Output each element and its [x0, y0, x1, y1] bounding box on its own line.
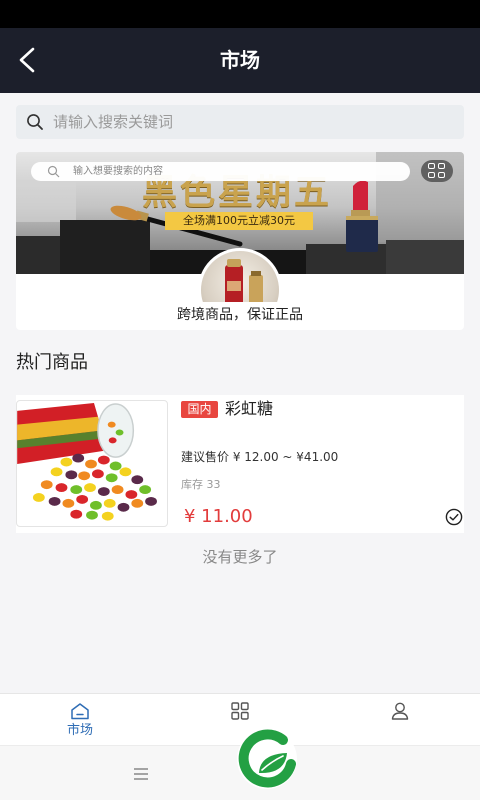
back-button[interactable]	[8, 40, 48, 80]
tab-market[interactable]: 市场	[0, 694, 160, 746]
candy	[90, 500, 102, 510]
banner-caption: 跨境商品，保证正品	[177, 307, 303, 323]
candy	[60, 457, 73, 467]
search-input[interactable]	[53, 105, 453, 139]
search-icon	[47, 165, 60, 178]
status-bar	[0, 0, 480, 28]
candy	[32, 493, 45, 502]
product-card[interactable]: 国内 彩虹糖 建议售价 ¥ 12.00 ~ ¥41.00 库存 33 ¥ 11.…	[16, 395, 464, 533]
banner-product-image	[198, 248, 282, 302]
candy	[84, 483, 96, 493]
search-icon	[27, 114, 43, 130]
product-price: ¥ 11.00	[184, 506, 253, 527]
candy	[85, 459, 97, 469]
chevron-left-icon	[19, 47, 35, 73]
section-title: 热门商品	[16, 352, 88, 373]
candy	[109, 461, 122, 471]
candy	[55, 483, 68, 493]
candy	[70, 485, 83, 495]
candy	[145, 496, 157, 506]
list-end-text: 没有更多了	[202, 548, 278, 566]
search-bar[interactable]	[16, 105, 464, 139]
candy	[70, 509, 83, 519]
menu-icon[interactable]	[133, 768, 149, 780]
candy	[131, 498, 144, 508]
candy	[62, 498, 75, 508]
green-leaf-logo	[237, 729, 297, 789]
grid-icon	[231, 702, 249, 720]
product-suggested-price: 建议售价 ¥ 12.00 ~ ¥41.00	[181, 450, 339, 464]
candy	[65, 470, 78, 480]
grid-icon	[421, 160, 453, 182]
candy	[103, 498, 116, 508]
candy	[119, 467, 132, 477]
product-name: 彩虹糖	[225, 399, 274, 418]
home-icon	[71, 703, 89, 720]
product-origin-badge: 国内	[181, 401, 218, 418]
promo-banner[interactable]: 黑色星期五 全场满100元立减30元 输入想要搜索的内容 跨境商品，保证正品	[16, 152, 464, 330]
banner-search-placeholder: 输入想要搜索的内容	[73, 166, 163, 177]
candy	[97, 455, 110, 465]
candy	[78, 471, 91, 481]
candy	[97, 487, 110, 496]
user-icon	[391, 702, 409, 720]
tab-profile[interactable]	[320, 694, 480, 746]
banner-search-bar: 输入想要搜索的内容	[31, 162, 410, 181]
candy	[92, 469, 104, 479]
product-stock: 库存 33	[181, 478, 221, 491]
candy	[40, 480, 53, 490]
candy	[131, 475, 144, 485]
banner-promo-strip: 全场满100元立减30元	[165, 212, 313, 230]
candy	[72, 453, 85, 463]
candy	[86, 510, 98, 520]
candy	[117, 502, 130, 512]
app-header: 市场	[0, 28, 480, 93]
candy	[139, 485, 152, 495]
candy	[48, 496, 61, 506]
check-circle-icon[interactable]	[445, 508, 463, 526]
candy	[125, 490, 138, 499]
candy	[105, 473, 118, 483]
candy	[111, 485, 124, 495]
candy	[101, 511, 114, 521]
page-title: 市场	[220, 48, 260, 72]
bottle-image	[225, 259, 263, 302]
tab-market-label: 市场	[66, 723, 93, 738]
candy	[76, 494, 89, 504]
candy	[50, 467, 63, 477]
product-image	[16, 400, 168, 527]
